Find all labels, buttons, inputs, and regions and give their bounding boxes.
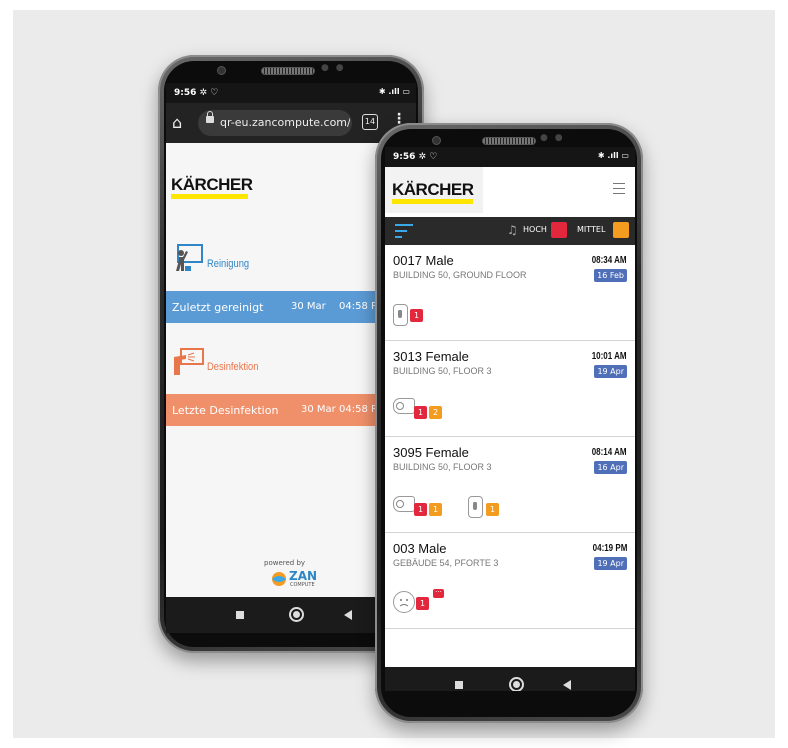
room-name: 003 Male	[393, 541, 447, 556]
android-nav-bar	[385, 667, 635, 691]
paper-towel-icon	[393, 398, 415, 414]
zan-compute-text: COMPUTE	[290, 582, 315, 588]
logo-bar	[392, 199, 473, 204]
last-disinfection-date: 30 Mar	[301, 404, 336, 415]
high-priority-label[interactable]: HOCH	[523, 225, 547, 234]
room-location: BUILDING 50, FLOOR 3	[393, 462, 492, 472]
room-date: 19 Apr	[594, 557, 627, 570]
bell-icon[interactable]: ♫	[507, 223, 518, 237]
right-phone: ● ● 9:56 ✲ ♡ ✱ .ıll ▭ KÄRCHER ♫ HOCH MIT…	[375, 123, 643, 723]
home-icon[interactable]: ⌂	[172, 113, 182, 132]
logo-bar	[171, 194, 248, 199]
last-cleaned-date: 30 Mar	[291, 301, 326, 312]
speaker-grille	[261, 67, 315, 75]
disinfection-title: Desinfektion	[207, 361, 259, 373]
feedback-high-badge: 1	[416, 597, 429, 610]
room-name: 3013 Female	[393, 349, 469, 364]
room-time: 08:34 AM	[592, 255, 627, 266]
cleaning-icon	[172, 243, 204, 273]
room-card[interactable]: 0017 Male BUILDING 50, GROUND FLOOR 08:3…	[385, 245, 635, 341]
zan-text: ZAN	[289, 569, 318, 583]
status-icons: ✱ .ıll ▭	[597, 151, 629, 160]
room-name: 3095 Female	[393, 445, 469, 460]
app-header: KÄRCHER	[385, 167, 635, 213]
status-bar: 9:56 ✲ ♡ ✱ .ıll ▭	[166, 83, 416, 103]
room-location: GEBÄUDE 54, PFORTE 3	[393, 558, 499, 568]
karcher-logo: KÄRCHER	[171, 175, 253, 199]
sensor-dots: ● ●	[540, 133, 565, 143]
room-date: 19 Apr	[594, 365, 627, 378]
recent-apps-icon[interactable]	[455, 681, 463, 689]
status-icons: ✱ .ıll ▭	[378, 87, 410, 96]
lock-icon	[206, 111, 214, 123]
filter-toolbar: ♫ HOCH MITTEL	[385, 217, 635, 245]
soap-dispenser-icon	[393, 304, 408, 326]
room-name: 0017 Male	[393, 253, 454, 268]
zan-logo: ZAN COMPUTE	[270, 569, 320, 591]
room-card[interactable]: 3013 Female BUILDING 50, FLOOR 3 10:01 A…	[385, 341, 635, 437]
url-text: qr-eu.zancompute.com/#/cle	[220, 116, 350, 129]
status-bar: 9:56 ✲ ♡ ✱ .ıll ▭	[385, 147, 635, 167]
soap-dispenser-icon	[468, 496, 483, 518]
url-field[interactable]: qr-eu.zancompute.com/#/cle	[198, 110, 352, 136]
front-camera	[432, 136, 441, 145]
back-icon[interactable]	[563, 680, 571, 690]
room-time: 10:01 AM	[592, 351, 627, 362]
powered-by: powered by	[264, 559, 306, 567]
right-screen: 9:56 ✲ ♡ ✱ .ıll ▭ KÄRCHER ♫ HOCH MITTEL …	[385, 147, 635, 691]
cleaning-title: Reinigung	[207, 258, 250, 270]
last-cleaned-label: Zuletzt gereinigt	[172, 301, 264, 314]
recent-apps-icon[interactable]	[236, 611, 244, 619]
room-card[interactable]: 3095 Female BUILDING 50, FLOOR 3 08:14 A…	[385, 437, 635, 533]
browser-bar: ⌂ qr-eu.zancompute.com/#/cle 14 ⋮	[166, 103, 416, 143]
paper-high-badge: 1	[414, 503, 427, 516]
soap-medium-badge: 1	[486, 503, 499, 516]
room-time: 08:14 AM	[592, 447, 627, 458]
status-time: 9:56 ✲ ♡	[174, 88, 219, 98]
room-date: 16 Apr	[594, 461, 627, 474]
paper-medium-badge: 1	[429, 503, 442, 516]
room-location: BUILDING 50, GROUND FLOOR	[393, 270, 527, 280]
high-priority-swatch[interactable]	[551, 222, 567, 238]
sad-face-icon	[393, 591, 415, 613]
back-icon[interactable]	[344, 610, 352, 620]
last-disinfection-label: Letzte Desinfektion	[172, 404, 279, 417]
hamburger-menu-icon[interactable]	[613, 183, 625, 194]
speaker-grille	[482, 137, 536, 145]
room-time: 04:19 PM	[592, 543, 627, 554]
home-button-icon[interactable]	[509, 677, 524, 691]
karcher-logo: KÄRCHER	[392, 180, 474, 204]
home-button-icon[interactable]	[289, 607, 304, 622]
paper-towel-icon	[393, 496, 415, 512]
paper-medium-badge: 2	[429, 406, 442, 419]
comment-icon: ···	[433, 589, 444, 598]
status-time: 9:56 ✲ ♡	[393, 152, 438, 162]
logo-text: KÄRCHER	[171, 175, 253, 194]
logo-text: KÄRCHER	[392, 180, 474, 199]
medium-priority-label[interactable]: MITTEL	[577, 225, 605, 234]
zan-globe-icon	[272, 572, 286, 586]
front-camera	[217, 66, 226, 75]
medium-priority-swatch[interactable]	[613, 222, 629, 238]
tab-count-button[interactable]: 14	[362, 114, 378, 130]
room-location: BUILDING 50, FLOOR 3	[393, 366, 492, 376]
soap-high-badge: 1	[410, 309, 423, 322]
paper-high-badge: 1	[414, 406, 427, 419]
room-card[interactable]: 003 Male GEBÄUDE 54, PFORTE 3 04:19 PM 1…	[385, 533, 635, 629]
filter-menu-icon[interactable]	[395, 224, 413, 242]
sensor-dots: ● ●	[321, 63, 346, 73]
room-date: 16 Feb	[594, 269, 627, 282]
disinfection-icon	[172, 347, 204, 377]
